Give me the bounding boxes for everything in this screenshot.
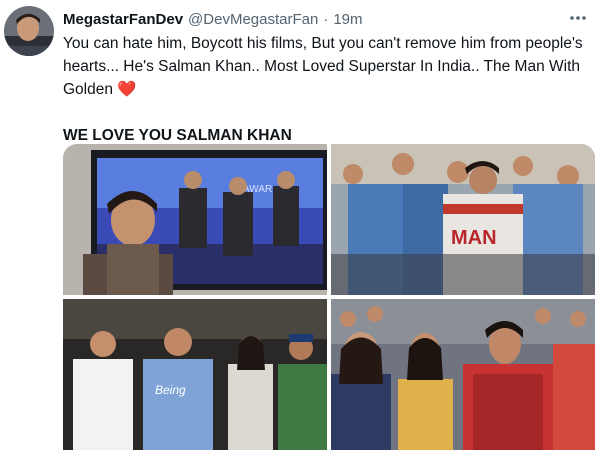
tweet-text-line: hearts... He's Salman Khan.. Most Loved … [63,58,581,75]
display-name[interactable]: MegastarFanDev [63,11,183,28]
tweet-header: MegastarFanDev @DevMegastarFan · 19m [63,8,560,30]
avatar-image [4,6,54,56]
media-grid: AWAR MAN Being [63,144,595,450]
shirt-text: MAN [451,227,497,249]
photo-fans-selfie[interactable] [331,299,595,450]
heart-emoji: ❤️ [117,81,137,98]
separator-dot: · [323,10,329,28]
tweet-text-fragment: Golden [63,81,113,98]
tweet-text-line: Golden ❤️ [63,78,583,101]
tweet-text-line: You can hate him, Boycott his films, But… [63,35,583,52]
photo-group-event[interactable]: Being [63,299,327,450]
user-handle[interactable]: @DevMegastarFan [188,11,318,28]
photo-crowd-fans[interactable]: MAN [331,144,595,295]
ellipsis-icon [570,16,586,20]
avatar[interactable] [4,6,54,56]
more-options-button[interactable] [566,6,590,30]
timestamp[interactable]: 19m [333,11,362,28]
shirt-text: Being [155,383,186,397]
photo-child-watching-tv[interactable]: AWAR [63,144,327,295]
tweet-text: You can hate him, Boycott his films, But… [63,32,583,147]
